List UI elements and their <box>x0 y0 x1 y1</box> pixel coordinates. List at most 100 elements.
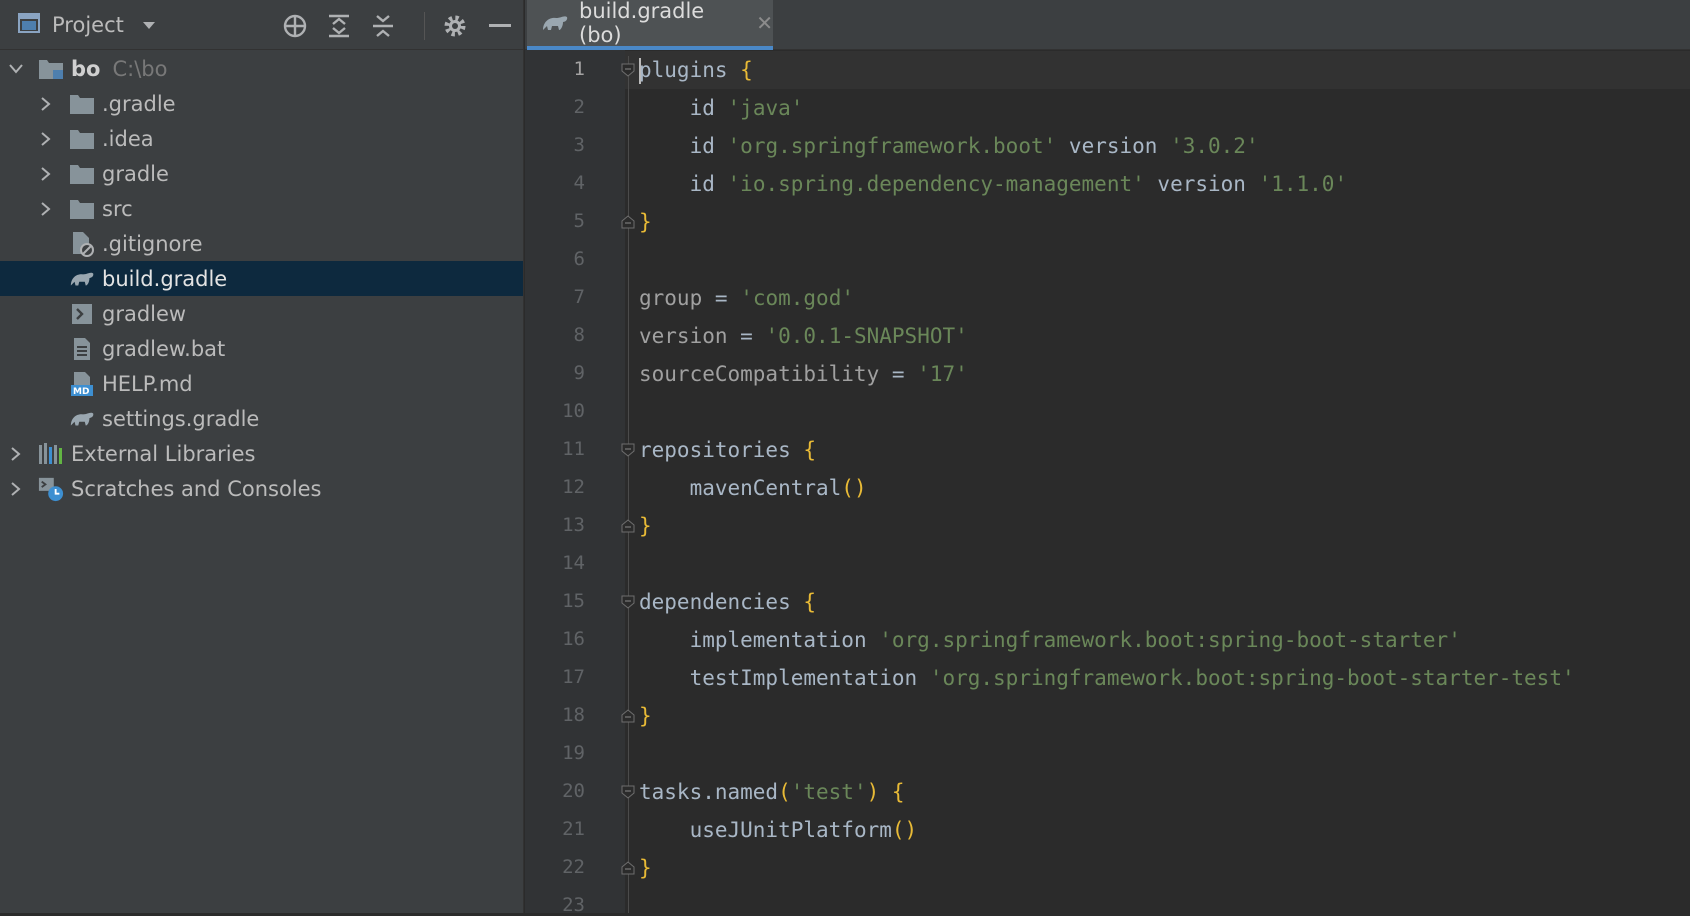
tree-item-build-gradle[interactable]: build.gradle <box>0 261 523 296</box>
gradle-icon <box>541 12 569 34</box>
line-number: 8 <box>573 324 585 346</box>
code-token: { <box>803 590 817 614</box>
tree-item-settings-gradle[interactable]: settings.gradle <box>0 401 523 436</box>
code-line-20[interactable]: tasks.named('test') { <box>639 773 905 811</box>
svg-text:MD: MD <box>73 387 89 397</box>
line-number: 4 <box>573 172 585 194</box>
code-line-17[interactable]: testImplementation 'org.springframework.… <box>639 659 1575 697</box>
code-line-11[interactable]: repositories { <box>639 431 816 469</box>
fold-end-icon[interactable] <box>621 861 635 875</box>
line-number: 21 <box>562 818 585 840</box>
code-token: 'test' <box>790 780 867 804</box>
tree-item-label: src <box>102 196 133 221</box>
fold-marker-icon[interactable] <box>621 443 635 457</box>
fold-marker-icon[interactable] <box>621 595 635 609</box>
tree-item-label: gradle <box>102 161 169 186</box>
tree-item-gradle[interactable]: gradle <box>0 156 523 191</box>
tree-item-idea[interactable]: .idea <box>0 121 523 156</box>
line-number: 18 <box>562 704 585 726</box>
gradle-icon <box>69 266 95 292</box>
tree-item-label: .gitignore <box>102 231 203 256</box>
chevron-right-icon[interactable] <box>36 164 56 184</box>
tab-build-gradle[interactable]: build.gradle (bo) ✕ <box>527 0 773 50</box>
tree-item-scratches[interactable]: Scratches and Consoles <box>0 471 523 506</box>
code-token: } <box>639 210 652 234</box>
fold-end-icon[interactable] <box>621 519 635 533</box>
tree-item-gradlew[interactable]: gradlew <box>0 296 523 331</box>
code-line-4[interactable]: id 'io.spring.dependency-management' ver… <box>639 165 1348 203</box>
chevron-right-icon[interactable] <box>36 129 56 149</box>
code-token: '1.1.0' <box>1258 172 1348 196</box>
code-token: = <box>714 286 728 310</box>
line-number: 1 <box>573 58 585 80</box>
tree-item-gitignore[interactable]: .gitignore <box>0 226 523 261</box>
tree-item-label: External Libraries <box>71 441 256 466</box>
code-line-18[interactable]: } <box>639 697 652 735</box>
code-line-2[interactable]: id 'java' <box>639 89 804 127</box>
tree-item-src[interactable]: src <box>0 191 523 226</box>
tree-item-external-libraries[interactable]: External Libraries <box>0 436 523 471</box>
fold-marker-icon[interactable] <box>621 63 635 77</box>
code-token: plugins <box>639 58 728 82</box>
line-number: 5 <box>573 210 585 232</box>
tree-item-label: Scratches and Consoles <box>71 476 322 501</box>
tree-item-gradle-dir[interactable]: .gradle <box>0 86 523 121</box>
gradle-icon <box>69 406 95 432</box>
hide-panel-icon[interactable] <box>486 12 514 40</box>
code-token: { <box>803 438 817 462</box>
tree-item-label: HELP.md <box>102 371 193 396</box>
code-token: mavenCentral <box>689 476 842 500</box>
chevron-down-icon[interactable] <box>6 59 26 79</box>
chevron-down-icon[interactable] <box>142 16 156 35</box>
chevron-right-icon[interactable] <box>6 479 26 499</box>
code-line-9[interactable]: sourceCompatibility = '17' <box>639 355 968 393</box>
expand-all-icon[interactable] <box>325 12 353 40</box>
code-line-8[interactable]: version = '0.0.1-SNAPSHOT' <box>639 317 968 355</box>
tree-item-help-md[interactable]: MD HELP.md <box>0 366 523 401</box>
project-view-selector[interactable]: Project <box>18 10 156 40</box>
code-line-3[interactable]: id 'org.springframework.boot' version '3… <box>639 127 1259 165</box>
tree-item-bo[interactable]: bo C:\bo <box>0 51 523 86</box>
code-token: () <box>841 476 867 500</box>
code-token: ) <box>866 780 880 804</box>
code-token: 'com.god' <box>740 286 854 310</box>
gear-icon[interactable] <box>441 12 469 40</box>
tree-item-gradlew-bat[interactable]: gradlew.bat <box>0 331 523 366</box>
chevron-right-icon[interactable] <box>36 199 56 219</box>
line-number: 15 <box>562 590 585 612</box>
code-token: '3.0.2' <box>1170 134 1259 158</box>
code-editor: build.gradle (bo) ✕ 1 2 3 4 5 6 7 8 9 10… <box>525 0 1690 916</box>
code-line-21[interactable]: useJUnitPlatform() <box>639 811 918 849</box>
code-token: 'org.springframework.boot' <box>727 134 1057 158</box>
code-token: 'org.springframework.boot:spring-boot-st… <box>879 628 1461 652</box>
code-line-13[interactable]: } <box>639 507 652 545</box>
select-opened-file-icon[interactable] <box>281 12 309 40</box>
code-line-15[interactable]: dependencies { <box>639 583 816 621</box>
chevron-right-icon[interactable] <box>6 444 26 464</box>
fold-end-icon[interactable] <box>621 709 635 723</box>
close-icon[interactable]: ✕ <box>756 11 773 35</box>
project-tool-window: Project bo C:\bo .gradle .idea gradle sr… <box>0 0 524 913</box>
shell-script-icon <box>69 301 95 327</box>
chevron-right-icon[interactable] <box>36 94 56 114</box>
code-line-5[interactable]: } <box>639 203 652 241</box>
code-line-7[interactable]: group = 'com.god' <box>639 279 854 317</box>
code-line-16[interactable]: implementation 'org.springframework.boot… <box>639 621 1461 659</box>
code-line-1[interactable]: plugins { <box>639 51 753 89</box>
code-token: ( <box>778 780 791 804</box>
fold-marker-icon[interactable] <box>621 785 635 799</box>
ignore-file-icon <box>69 231 95 257</box>
code-line-22[interactable]: } <box>639 849 652 887</box>
tree-item-label: settings.gradle <box>102 406 260 431</box>
collapse-all-icon[interactable] <box>369 12 397 40</box>
code-token: dependencies <box>639 590 791 614</box>
editor-tab-bar: build.gradle (bo) ✕ <box>525 0 1690 50</box>
fold-end-icon[interactable] <box>621 215 635 229</box>
code-line-12[interactable]: mavenCentral() <box>639 469 867 507</box>
code-token: () <box>891 818 918 842</box>
project-path: C:\bo <box>112 56 168 81</box>
code-token: version <box>1068 134 1158 158</box>
code-token: { <box>891 780 905 804</box>
folder-icon <box>69 126 95 152</box>
module-folder-icon <box>38 56 64 82</box>
